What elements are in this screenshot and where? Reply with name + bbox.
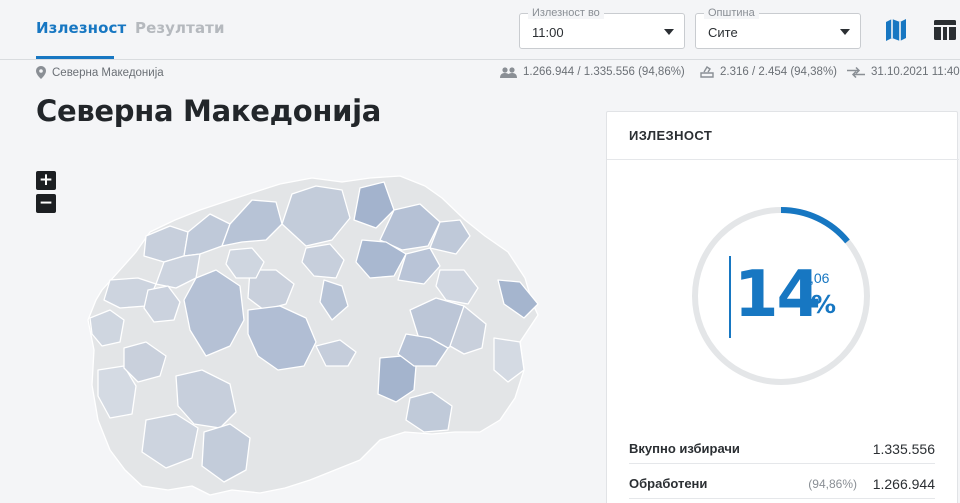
gauge-progress-arc xyxy=(780,207,850,244)
turnout-integer: 14 xyxy=(734,258,821,332)
polling-stations-text: 2.316 / 2.454 (94,38%) xyxy=(720,66,837,78)
updated-text: 31.10.2021 11:40 xyxy=(871,66,960,78)
municipality-label: Општина xyxy=(704,7,759,19)
processed-percent: (94,86%) xyxy=(808,477,857,491)
processed-label: Обработени xyxy=(629,476,708,491)
caret-down-icon xyxy=(840,29,850,35)
turnout-time-select[interactable]: Излезност во 11:00 xyxy=(519,7,685,49)
gauge-cursor xyxy=(729,256,731,338)
tab-turnout[interactable]: Излезност xyxy=(36,19,126,37)
location-pin-icon xyxy=(36,66,46,79)
turnout-percent-sign: % xyxy=(811,290,837,319)
ballot-box-icon xyxy=(700,66,714,78)
zoom-out-button[interactable]: − xyxy=(36,194,56,213)
voters-info: 1.266.944 / 1.335.556 (94,86%) xyxy=(500,66,685,78)
municipality-select[interactable]: Општина Сите xyxy=(695,7,861,49)
map-icon[interactable] xyxy=(883,16,909,44)
polling-stations-info: 2.316 / 2.454 (94,38%) xyxy=(700,66,837,78)
municipalities-map[interactable] xyxy=(80,170,550,503)
top-bar: Излезност Резултати Излезност во 11:00 О… xyxy=(0,0,960,60)
active-tab-indicator xyxy=(36,56,114,59)
people-icon xyxy=(500,66,517,78)
total-voters-value: 1.335.556 xyxy=(872,441,935,457)
processed-value: 1.266.944 xyxy=(872,476,935,492)
tab-results[interactable]: Резултати xyxy=(135,19,225,37)
voters-text: 1.266.944 / 1.335.556 (94,86%) xyxy=(523,66,685,78)
updated-info: 31.10.2021 11:40 xyxy=(847,66,960,78)
municipality-value: Сите xyxy=(708,25,738,40)
swap-arrows-icon xyxy=(847,66,865,78)
turnout-time-value: 11:00 xyxy=(532,25,564,40)
card-divider xyxy=(607,159,959,160)
turnout-time-label: Излезност во xyxy=(528,7,604,19)
zoom-in-button[interactable]: + xyxy=(36,171,56,190)
caret-down-icon xyxy=(664,29,674,35)
turnout-card: ИЗЛЕЗНОСТ 14 ,06 % Вкупно избирачи 1.335… xyxy=(606,111,959,503)
page-title: Северна Македонија xyxy=(36,94,382,128)
location-info: Северна Македонија xyxy=(36,66,164,79)
total-voters-label: Вкупно избирачи xyxy=(629,441,740,456)
card-title: ИЗЛЕЗНОСТ xyxy=(629,128,713,143)
location-text: Северна Македонија xyxy=(52,66,164,79)
table-icon[interactable] xyxy=(932,16,958,44)
total-voters-row: Вкупно избирачи 1.335.556 xyxy=(629,434,935,464)
processed-row: Обработени (94,86%) 1.266.944 xyxy=(629,469,935,499)
turnout-decimal: ,06 xyxy=(810,270,830,286)
